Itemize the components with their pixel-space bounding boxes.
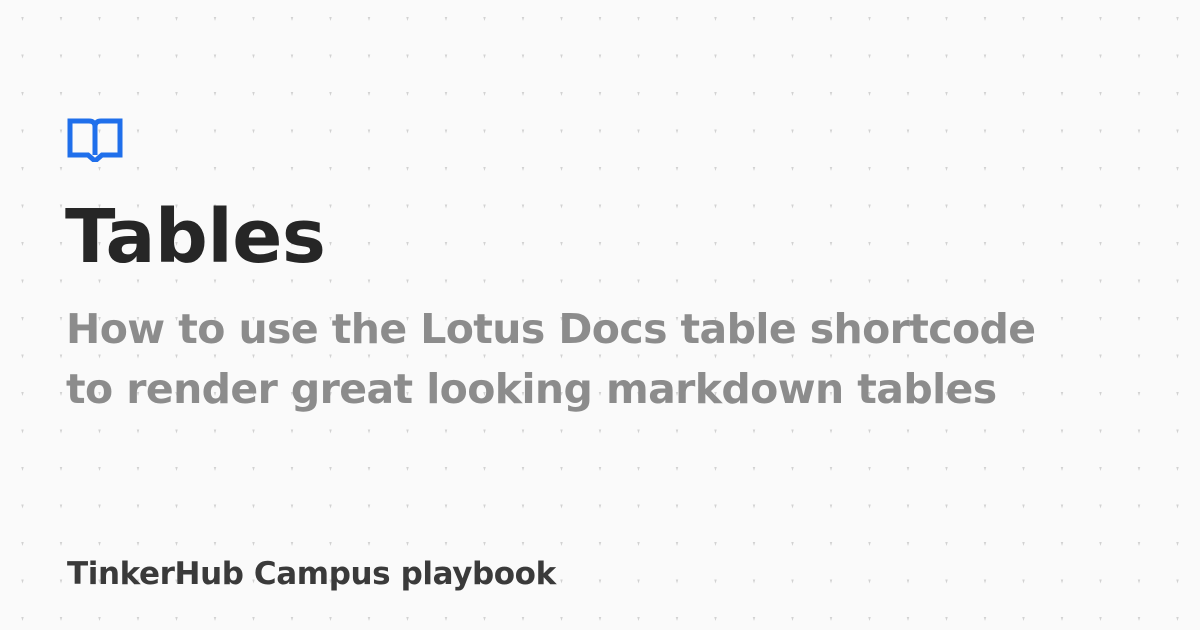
subtitle-line: How to use the Lotus Docs table shortcod… <box>66 305 1036 353</box>
page-title: Tables <box>65 194 326 280</box>
page-subtitle: How to use the Lotus Docs table shortcod… <box>66 299 1166 419</box>
site-name: TinkerHub Campus playbook <box>67 556 556 592</box>
subtitle-line: to render great looking markdown tables <box>66 365 997 413</box>
social-card: Tables How to use the Lotus Docs table s… <box>0 0 1200 630</box>
book-open-icon <box>67 118 123 162</box>
